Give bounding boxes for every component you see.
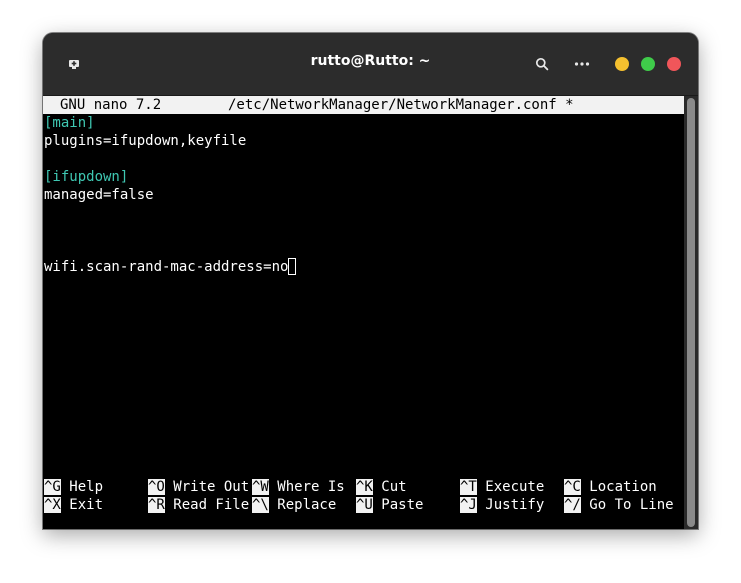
shortcut-key: ^T [460, 479, 477, 495]
shortcut-key: ^\ [252, 497, 269, 513]
nano-header: GNU nano 7.2 /etc/NetworkManager/Network… [43, 96, 684, 114]
text-cursor [288, 258, 297, 275]
shortcut-key: ^J [460, 497, 477, 513]
shortcut-help[interactable]: ^G Help [44, 478, 103, 496]
shortcut-location[interactable]: ^C Location [564, 478, 657, 496]
maximize-button[interactable] [641, 57, 655, 71]
shortcut-label: Replace [268, 497, 337, 513]
shortcut-where-is[interactable]: ^W Where Is [252, 478, 345, 496]
config-line: managed=false [44, 187, 154, 203]
window-title: rutto@Rutto: ~ [310, 53, 431, 69]
close-button[interactable] [667, 57, 681, 71]
shortcut-exit[interactable]: ^X Exit [44, 496, 103, 514]
shortcut-go-to-line[interactable]: ^/ Go To Line [564, 496, 674, 514]
config-line: plugins=ifupdown,keyfile [44, 133, 247, 149]
shortcut-label: Cut [372, 479, 407, 495]
shortcut-label: Go To Line [580, 497, 674, 513]
shortcut-key: ^U [356, 497, 373, 513]
shortcut-label: Read File [164, 497, 250, 513]
shortcut-key: ^R [148, 497, 165, 513]
shortcut-key: ^X [44, 497, 61, 513]
more-icon[interactable] [573, 55, 591, 73]
shortcut-label: Write Out [164, 479, 250, 495]
shortcut-label: Exit [60, 497, 104, 513]
shortcut-key: ^/ [564, 497, 581, 513]
nano-version: GNU nano 7.2 [60, 97, 162, 113]
shortcut-paste[interactable]: ^U Paste [356, 496, 423, 514]
shortcut-label: Help [60, 479, 104, 495]
shortcut-write-out[interactable]: ^O Write Out [148, 478, 249, 496]
shortcut-label: Location [580, 479, 657, 495]
shortcut-key: ^C [564, 479, 581, 495]
shortcut-label: Justify [476, 497, 545, 513]
scrollbar[interactable] [684, 96, 698, 529]
config-section-line: [main] [44, 115, 95, 131]
nano-filename: /etc/NetworkManager/NetworkManager.conf … [228, 97, 574, 113]
minimize-button[interactable] [615, 57, 629, 71]
config-line: wifi.scan-rand-mac-address=no [44, 258, 297, 276]
shortcut-key: ^G [44, 479, 61, 495]
terminal-window: rutto@Rutto: ~ GNU nano 7.2 /etc/Network… [43, 33, 698, 529]
shortcut-label: Paste [372, 497, 424, 513]
shortcut-key: ^O [148, 479, 165, 495]
shortcut-justify[interactable]: ^J Justify [460, 496, 544, 514]
title-bar[interactable]: rutto@Rutto: ~ [43, 33, 698, 96]
shortcut-cut[interactable]: ^K Cut [356, 478, 407, 496]
shortcut-execute[interactable]: ^T Execute [460, 478, 544, 496]
shortcut-read-file[interactable]: ^R Read File [148, 496, 249, 514]
config-section-line: [ifupdown] [44, 169, 129, 185]
search-icon[interactable] [533, 55, 551, 73]
scrollbar-thumb[interactable] [687, 98, 695, 527]
shortcut-key: ^W [252, 479, 269, 495]
terminal-content[interactable]: GNU nano 7.2 /etc/NetworkManager/Network… [43, 96, 684, 529]
shortcut-key: ^K [356, 479, 373, 495]
shortcut-bar: ^G Help ^O Write Out ^W Where Is ^K Cut ^T E… [43, 473, 684, 513]
shortcut-label: Execute [476, 479, 545, 495]
shortcut-label: Where Is [268, 479, 345, 495]
shortcut-replace[interactable]: ^\ Replace [252, 496, 336, 514]
